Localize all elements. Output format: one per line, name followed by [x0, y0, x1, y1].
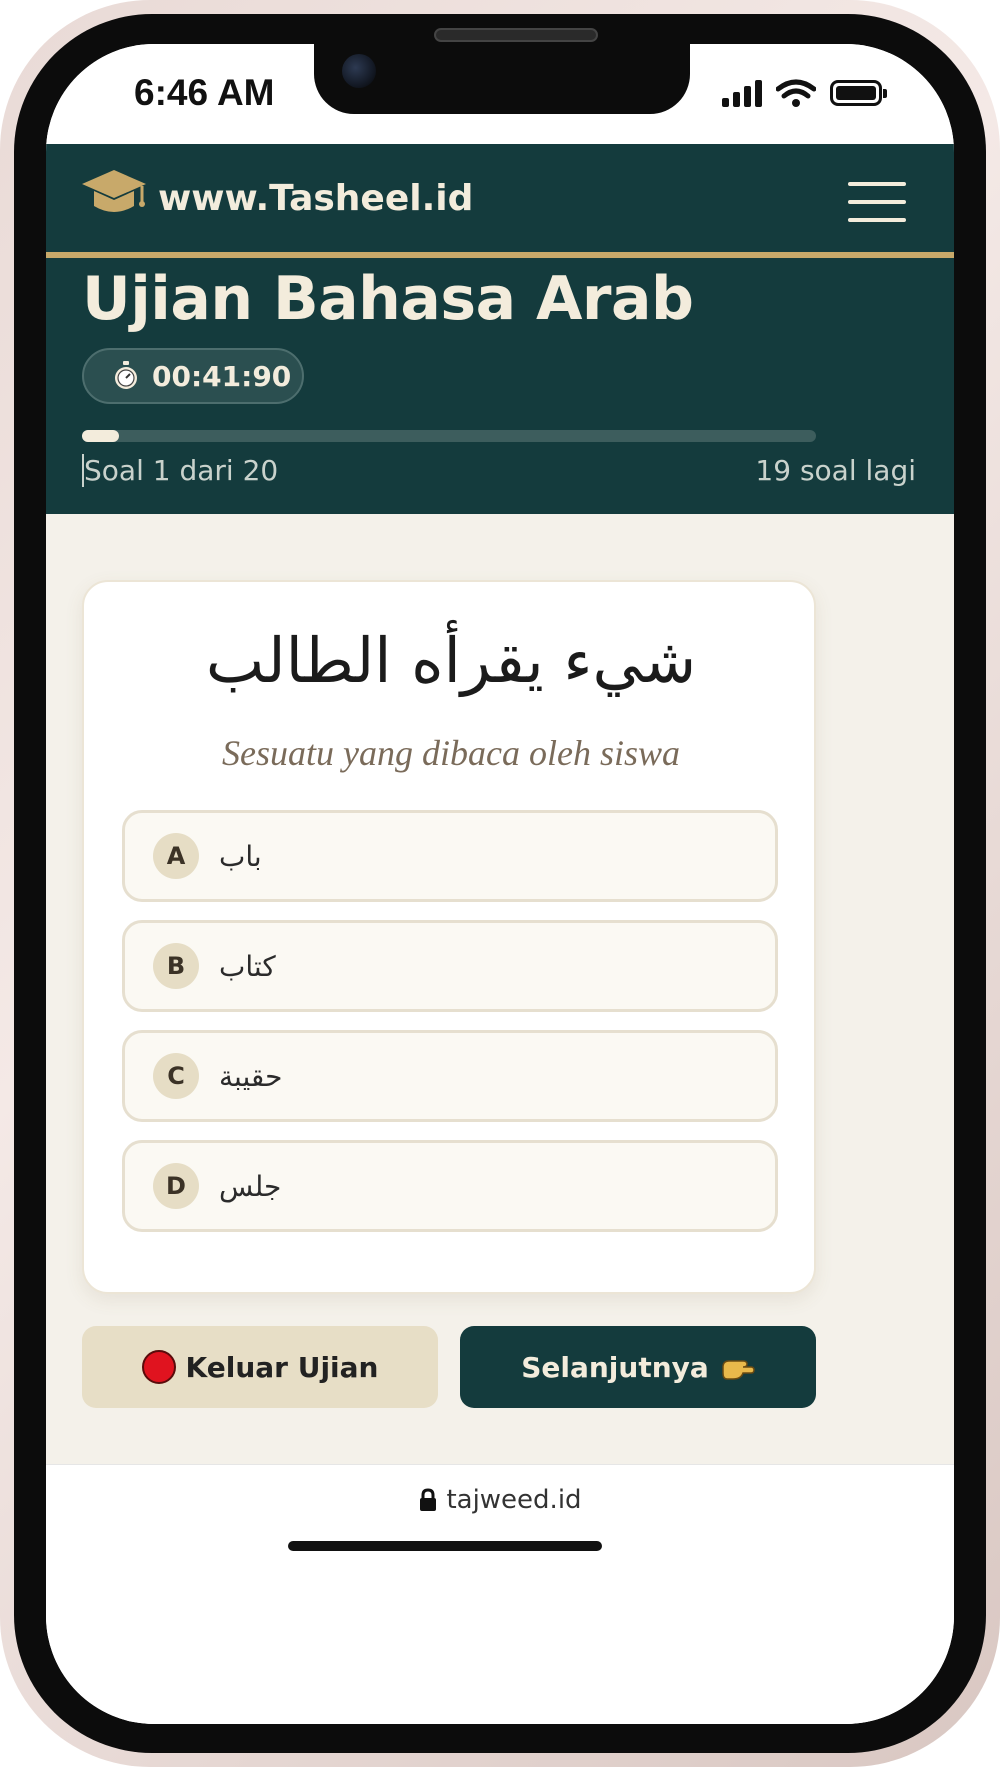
- signal-icon: [722, 79, 762, 107]
- option-letter: B: [153, 943, 199, 989]
- exam-header: Ujian Bahasa Arab 00:41:90 Soal 1 dari 2…: [46, 258, 954, 514]
- pointing-hand-icon: [722, 1360, 755, 1380]
- notch: [314, 44, 690, 114]
- option-letter: C: [153, 1053, 199, 1099]
- option-letter: D: [153, 1163, 199, 1209]
- timer-badge: 00:41:90: [82, 348, 304, 404]
- menu-icon[interactable]: [848, 182, 906, 222]
- status-time: 6:46 AM: [134, 72, 275, 113]
- option-d[interactable]: D جلس: [122, 1140, 778, 1232]
- next-label: Selanjutnya: [521, 1350, 709, 1384]
- option-c[interactable]: C حقيبة: [122, 1030, 778, 1122]
- wifi-icon: [776, 79, 816, 107]
- battery-icon: [830, 80, 887, 106]
- screen: 6:46 AM www.Tasheel.id Ujian Bahasa Arab…: [46, 44, 954, 1724]
- home-indicator[interactable]: [288, 1541, 602, 1551]
- question-card: شيء يقرأه الطالب Sesuatu yang dibaca ole…: [82, 580, 816, 1294]
- phone-mockup: 6:46 AM www.Tasheel.id Ujian Bahasa Arab…: [0, 0, 1000, 1767]
- timer-text: 00:41:90: [152, 359, 292, 393]
- remaining-count: 19 soal lagi: [755, 454, 916, 487]
- question-translation: Sesuatu yang dibaca oleh siswa: [222, 733, 680, 773]
- browser-bar: tajweed.id: [46, 1464, 954, 1724]
- option-text: كتاب: [219, 949, 276, 983]
- option-text: جلس: [219, 1169, 282, 1203]
- status-bar: 6:46 AM: [46, 44, 954, 144]
- progress-fill: [82, 430, 119, 442]
- url-bar[interactable]: tajweed.id: [46, 1485, 954, 1515]
- option-b[interactable]: B كتاب: [122, 920, 778, 1012]
- next-button[interactable]: Selanjutnya: [460, 1326, 816, 1408]
- question-counter: Soal 1 dari 20: [82, 454, 279, 487]
- option-text: باب: [219, 839, 262, 873]
- front-camera: [342, 54, 376, 88]
- option-a[interactable]: A باب: [122, 810, 778, 902]
- site-name[interactable]: www.Tasheel.id: [158, 178, 473, 219]
- option-letter: A: [153, 833, 199, 879]
- lock-icon: [420, 1488, 437, 1511]
- graduation-cap-icon: [82, 170, 146, 212]
- record-icon: [141, 1350, 176, 1384]
- earpiece-speaker: [434, 28, 598, 42]
- content-area: شيء يقرأه الطالب Sesuatu yang dibaca ole…: [46, 514, 954, 1464]
- stopwatch-icon: [115, 361, 137, 389]
- progress-bar: [82, 430, 816, 442]
- status-icons: [722, 78, 887, 108]
- url-text: tajweed.id: [446, 1485, 582, 1515]
- exam-title: Ujian Bahasa Arab: [82, 264, 694, 334]
- app-header: www.Tasheel.id: [46, 144, 954, 252]
- exit-exam-label: Keluar Ujian: [185, 1350, 379, 1384]
- question-arabic: شيء يقرأه الطالب: [205, 624, 697, 697]
- option-text: حقيبة: [219, 1059, 283, 1093]
- exit-exam-button[interactable]: Keluar Ujian: [82, 1326, 438, 1408]
